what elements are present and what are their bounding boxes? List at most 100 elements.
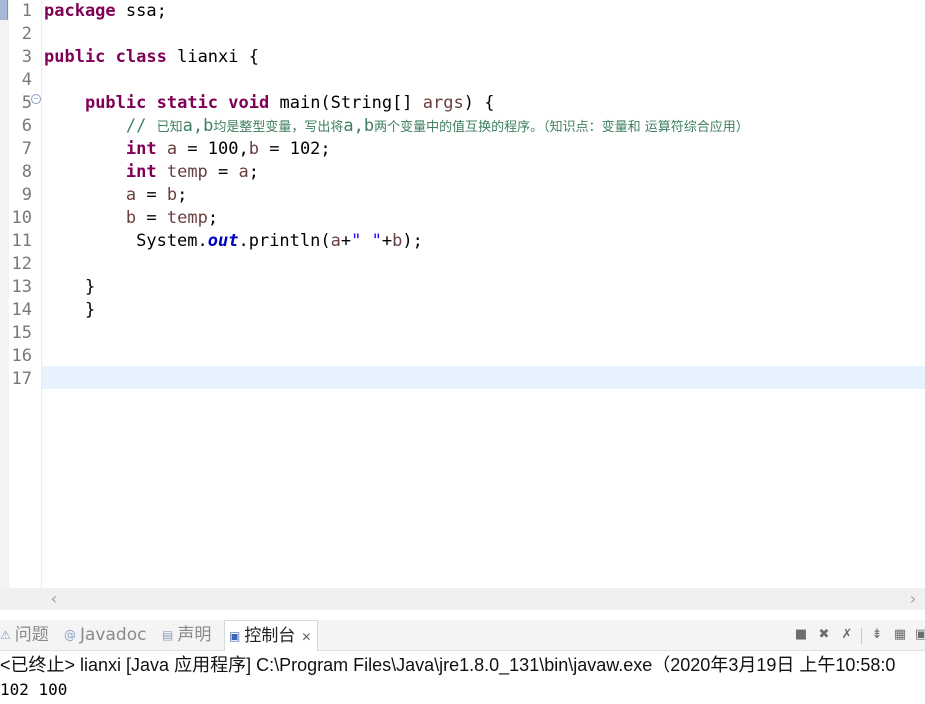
code-text: main(String[] bbox=[269, 93, 423, 113]
console-icon: ▣ bbox=[229, 629, 241, 643]
line-number: 2 bbox=[21, 24, 32, 44]
line-number: 7 bbox=[21, 139, 32, 159]
line-number: 13 bbox=[11, 277, 32, 297]
scroll-left-icon[interactable]: ‹ bbox=[44, 588, 64, 610]
scroll-lock-icon[interactable]: ⇟ bbox=[869, 627, 885, 643]
line-number: 9 bbox=[21, 185, 32, 205]
overview-ruler bbox=[0, 0, 9, 588]
bottom-view-tabbar: ⚠ 问题 @ Javadoc ▤ 声明 ▣ 控制台 ✕ ■ ✖ ✗ ⇟ ▦ ▣ bbox=[0, 620, 925, 651]
collapse-method-icon[interactable]: − bbox=[31, 94, 41, 104]
line-number: 15 bbox=[11, 323, 32, 343]
tab-label: Javadoc bbox=[80, 625, 147, 645]
variable: b bbox=[125, 208, 137, 228]
comment-text: a,b bbox=[343, 116, 375, 136]
comment-text: 已知 bbox=[156, 120, 183, 135]
line-number: 14 bbox=[11, 300, 32, 320]
code-text: = 100, bbox=[177, 139, 249, 159]
scrollbar-corner bbox=[0, 588, 42, 610]
code-line-8[interactable]: int temp = a; bbox=[44, 161, 259, 184]
code-line-1[interactable]: package ssa; bbox=[44, 0, 167, 23]
code-text: = bbox=[136, 208, 167, 228]
variable: b bbox=[248, 139, 259, 159]
ruler-marker bbox=[0, 0, 8, 20]
keyword: int bbox=[125, 162, 157, 182]
toolbar-separator bbox=[861, 628, 862, 644]
variable: a bbox=[125, 185, 137, 205]
javadoc-icon: @ bbox=[64, 628, 76, 642]
line-number: 5 bbox=[21, 93, 32, 113]
close-icon[interactable]: ✕ bbox=[301, 630, 311, 644]
console-output-text: 102 100 bbox=[0, 680, 68, 699]
line-number: 16 bbox=[11, 346, 32, 366]
code-text: ; bbox=[207, 208, 219, 228]
line-number: 3 bbox=[21, 47, 32, 67]
code-text: = bbox=[136, 185, 167, 205]
code-line-6-comment[interactable]: // 已知a,b均是整型变量，写出将a,b两个变量中的值互换的程序。（知识点：变… bbox=[44, 115, 749, 138]
keyword: package bbox=[44, 1, 116, 21]
tab-problems[interactable]: ⚠ 问题 bbox=[0, 620, 49, 650]
comment-text: 两个变量中的值互换的程序。（知识点：变量和 运算符综合应用） bbox=[374, 120, 749, 135]
line-number: 1 bbox=[21, 1, 32, 21]
remove-launch-icon[interactable]: ✖ bbox=[816, 627, 832, 643]
code-text: System. bbox=[44, 231, 208, 251]
line-number: 17 bbox=[11, 369, 32, 389]
variable: temp bbox=[156, 162, 208, 182]
line-number: 6 bbox=[21, 116, 32, 136]
code-line-14[interactable]: } bbox=[44, 299, 95, 322]
tab-label: 控制台 bbox=[244, 626, 296, 646]
gutter-divider bbox=[41, 0, 42, 588]
variable: a bbox=[156, 139, 178, 159]
line-number: 12 bbox=[11, 254, 32, 274]
variable: a bbox=[238, 162, 249, 182]
code-line-5[interactable]: public static void main(String[] args) { bbox=[44, 92, 495, 115]
code-text: + bbox=[340, 231, 352, 251]
tab-label: 问题 bbox=[14, 625, 49, 645]
tab-declaration[interactable]: ▤ 声明 bbox=[162, 620, 211, 650]
terminate-icon[interactable]: ■ bbox=[793, 627, 809, 643]
code-line-11[interactable]: System.out.println(a+" "+b); bbox=[44, 230, 423, 253]
horizontal-scrollbar[interactable]: ‹ › bbox=[42, 588, 925, 610]
line-number: 8 bbox=[21, 162, 32, 182]
tab-console[interactable]: ▣ 控制台 ✕ bbox=[224, 620, 319, 651]
problems-icon: ⚠ bbox=[0, 628, 11, 642]
keyword: int bbox=[125, 139, 157, 159]
code-line-10[interactable]: b = temp; bbox=[44, 207, 218, 230]
comment-text: a,b bbox=[182, 116, 214, 136]
line-number: 10 bbox=[11, 208, 32, 228]
variable: temp bbox=[166, 208, 208, 228]
console-output-area[interactable]: <已终止> lianxi [Java 应用程序] C:\Program File… bbox=[0, 651, 925, 704]
code-text: ); bbox=[402, 231, 423, 251]
comment-text: 均是整型变量，写出将 bbox=[213, 120, 344, 135]
comment-slash: // bbox=[125, 116, 157, 136]
scroll-right-icon[interactable]: › bbox=[903, 588, 923, 610]
tab-label: 声明 bbox=[177, 625, 212, 645]
console-status-line: <已终止> lianxi [Java 应用程序] C:\Program File… bbox=[0, 655, 896, 675]
static-field: out bbox=[207, 231, 239, 251]
declaration-icon: ▤ bbox=[162, 628, 174, 642]
keyword: class bbox=[115, 47, 167, 67]
tab-javadoc[interactable]: @ Javadoc bbox=[64, 620, 146, 650]
remove-all-terminated-icon[interactable]: ✗ bbox=[839, 627, 855, 643]
code-line-3[interactable]: public class lianxi { bbox=[44, 46, 259, 69]
show-console-icon[interactable]: ▣ bbox=[913, 627, 925, 643]
keyword: public bbox=[44, 47, 106, 67]
code-line-9[interactable]: a = b; bbox=[44, 184, 187, 207]
keyword: public bbox=[84, 93, 147, 113]
code-text: lianxi { bbox=[166, 47, 259, 67]
variable: b bbox=[392, 231, 403, 251]
code-line-7[interactable]: int a = 100,b = 102; bbox=[44, 138, 331, 161]
word-wrap-icon[interactable]: ▦ bbox=[892, 627, 908, 643]
code-text: .println( bbox=[238, 231, 331, 251]
string-literal: " " bbox=[351, 231, 382, 251]
code-text: = 102; bbox=[259, 139, 331, 159]
code-editor[interactable]: 1 2 3 4 5 6 7 8 9 10 11 12 13 14 15 16 1… bbox=[0, 0, 925, 588]
current-line-highlight bbox=[42, 366, 925, 389]
code-text: ; bbox=[177, 185, 188, 205]
code-line-13[interactable]: } bbox=[44, 276, 95, 299]
keyword: void bbox=[228, 93, 270, 113]
line-number: 11 bbox=[11, 231, 32, 251]
